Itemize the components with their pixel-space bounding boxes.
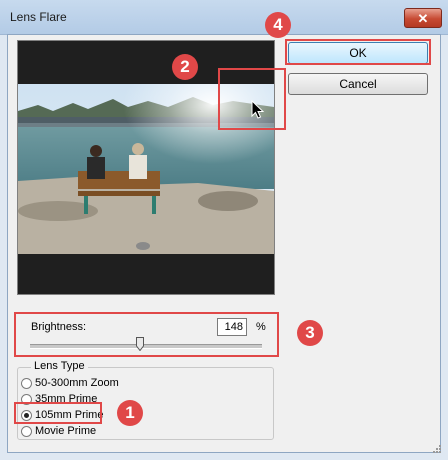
close-button[interactable]: ✕ — [404, 8, 442, 28]
annotation-badge-4: 4 — [265, 12, 291, 38]
resize-grip-icon[interactable] — [432, 444, 442, 454]
annotation-badge-1: 1 — [117, 400, 143, 426]
radio-50-300mm-zoom[interactable]: 50-300mm Zoom — [21, 376, 119, 390]
radio-button[interactable] — [21, 425, 32, 437]
radio-movie-prime[interactable]: Movie Prime — [21, 424, 96, 438]
lens-type-legend: Lens Type — [31, 360, 88, 372]
close-icon: ✕ — [417, 11, 429, 26]
mouse-cursor-icon — [251, 100, 265, 119]
annotation-badge-3: 3 — [297, 320, 323, 346]
radio-label: 50-300mm Zoom — [35, 377, 119, 390]
radio-button[interactable] — [21, 377, 32, 389]
window-title: Lens Flare — [10, 10, 67, 24]
radio-label: Movie Prime — [35, 425, 97, 438]
highlight-105mm — [14, 402, 102, 424]
highlight-preview-point — [218, 68, 286, 130]
annotation-badge-2: 2 — [172, 54, 198, 80]
title-bar: Lens Flare ✕ — [0, 0, 448, 35]
highlight-ok — [285, 39, 431, 65]
cancel-button[interactable]: Cancel — [288, 73, 428, 95]
highlight-brightness — [14, 312, 279, 357]
